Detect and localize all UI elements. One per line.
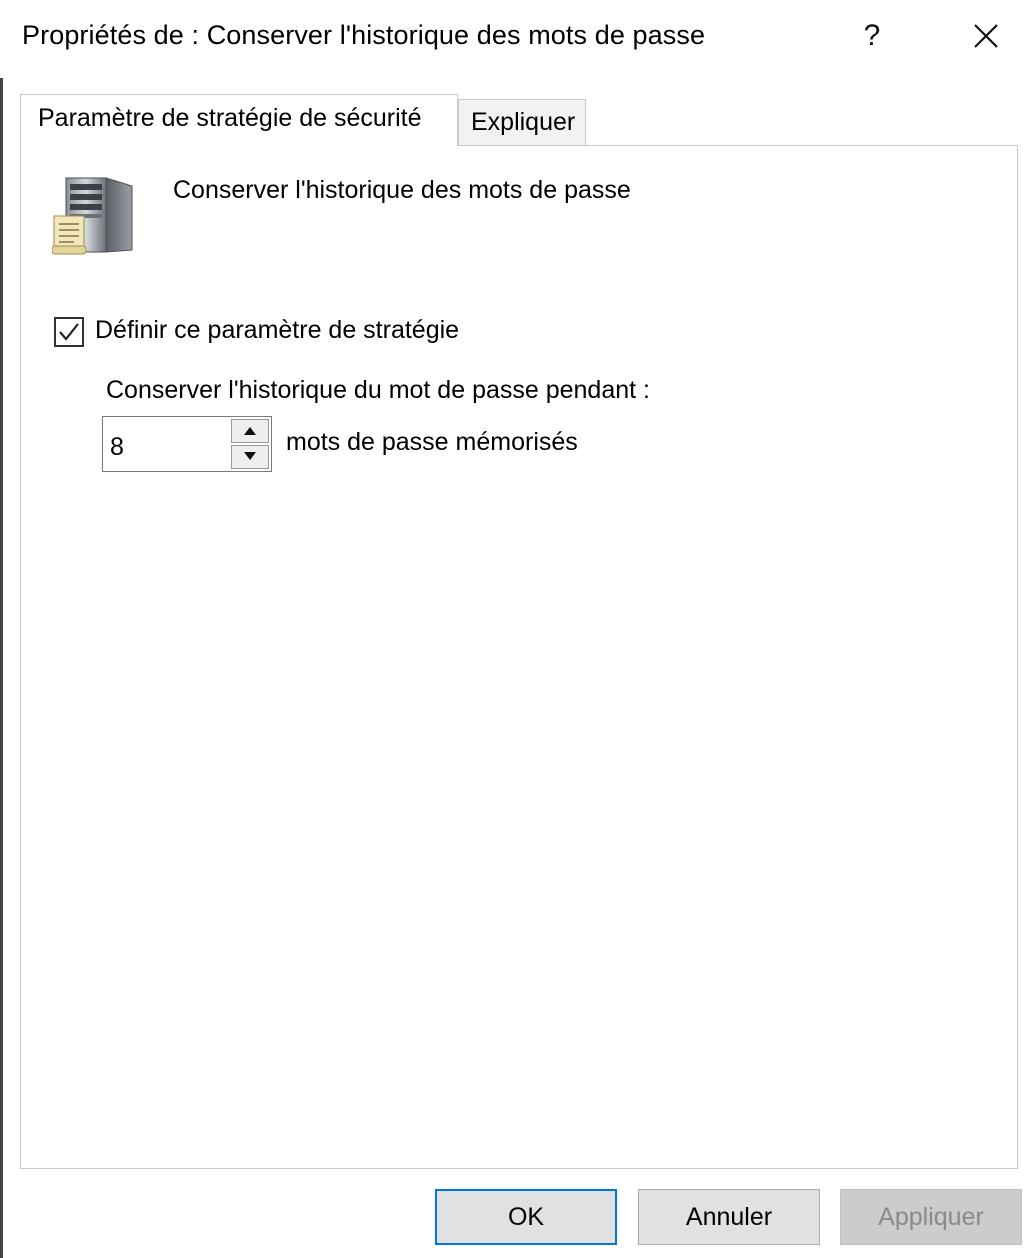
help-icon: ? xyxy=(863,19,881,52)
policy-name: Conserver l'historique des mots de passe xyxy=(173,176,631,204)
properties-dialog: Propriétés de : Conserver l'historique d… xyxy=(0,0,1034,1258)
tab-security-policy-setting[interactable]: Paramètre de stratégie de sécurité xyxy=(20,94,458,146)
close-button[interactable] xyxy=(958,14,1014,58)
spinner-up-button[interactable] xyxy=(231,419,269,443)
spinner-down-button[interactable] xyxy=(231,445,269,469)
triangle-down-icon xyxy=(244,452,256,460)
tab-label: Expliquer xyxy=(471,108,576,136)
retain-history-label: Conserver l'historique du mot de passe p… xyxy=(106,376,650,404)
password-count-spinner xyxy=(102,416,272,472)
window-left-edge xyxy=(0,60,3,1258)
checkmark-icon xyxy=(59,323,79,341)
spinner-unit-label: mots de passe mémorisés xyxy=(286,428,578,456)
help-button[interactable]: ? xyxy=(844,14,900,58)
define-policy-label[interactable]: Définir ce paramètre de stratégie xyxy=(95,316,459,345)
tab-panel xyxy=(20,145,1018,1169)
apply-button[interactable]: Appliquer xyxy=(840,1189,1022,1245)
tab-explain[interactable]: Expliquer xyxy=(458,99,586,145)
close-icon xyxy=(974,24,998,48)
title-bar[interactable]: Propriétés de : Conserver l'historique d… xyxy=(0,0,1034,78)
password-count-input[interactable] xyxy=(103,417,229,471)
ok-button[interactable]: OK xyxy=(435,1189,617,1245)
define-policy-checkbox[interactable] xyxy=(54,317,84,347)
triangle-up-icon xyxy=(244,427,256,435)
cancel-button[interactable]: Annuler xyxy=(638,1189,820,1245)
tab-label: Paramètre de stratégie de sécurité xyxy=(38,104,422,132)
window-title: Propriétés de : Conserver l'historique d… xyxy=(22,20,706,50)
server-policy-icon xyxy=(52,177,133,255)
